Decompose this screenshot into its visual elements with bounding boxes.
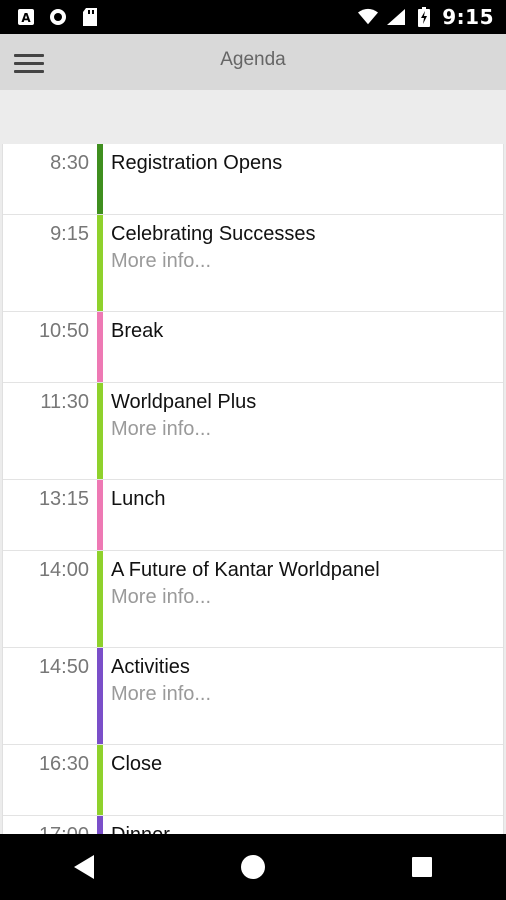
- agenda-item[interactable]: 16:30 Close: [3, 745, 503, 816]
- agenda-title: Activities: [111, 656, 190, 678]
- agenda-content: A Future of Kantar Worldpanel More info..…: [103, 551, 380, 647]
- status-time: 9:15: [442, 5, 494, 29]
- agenda-title: Celebrating Successes: [111, 223, 316, 245]
- status-bar: A 9:15: [0, 0, 506, 34]
- agenda-item[interactable]: 17:00 Dinner: [3, 816, 503, 834]
- home-icon[interactable]: [223, 837, 283, 897]
- status-left: A: [0, 7, 100, 27]
- more-info-link[interactable]: More info...: [111, 582, 380, 612]
- agenda-list: 8:30 Registration Opens 9:15 Celebrating Su…: [2, 144, 504, 834]
- agenda-content: Break: [103, 312, 163, 382]
- agenda-item[interactable]: 14:50 Activities More info...: [3, 648, 503, 745]
- agenda-content: Activities More info...: [103, 648, 211, 744]
- app-bar: Agenda: [0, 34, 506, 90]
- agenda-content: Lunch: [103, 480, 166, 550]
- recents-icon[interactable]: [392, 837, 452, 897]
- svg-text:A: A: [21, 11, 31, 25]
- agenda-item[interactable]: 9:15 Celebrating Successes More info...: [3, 215, 503, 312]
- agenda-title: Worldpanel Plus: [111, 391, 257, 413]
- battery-charging-icon: [414, 7, 434, 27]
- wifi-icon: [358, 7, 379, 27]
- navigation-bar: [0, 834, 506, 900]
- agenda-item[interactable]: 13:15 Lunch: [3, 480, 503, 551]
- cellular-signal-icon: [386, 7, 406, 27]
- agenda-content: Dinner: [103, 816, 170, 834]
- back-icon[interactable]: [54, 837, 114, 897]
- header-spacer: [0, 90, 506, 144]
- agenda-content: Celebrating Successes More info...: [103, 215, 316, 311]
- agenda-item[interactable]: 8:30 Registration Opens: [3, 144, 503, 215]
- sd-card-icon: [80, 7, 100, 27]
- agenda-item[interactable]: 10:50 Break: [3, 312, 503, 383]
- agenda-content: Registration Opens: [103, 144, 282, 214]
- a-badge-icon: A: [16, 7, 36, 27]
- agenda-time: 14:00: [38, 559, 89, 581]
- agenda-time: 17:00: [3, 816, 89, 834]
- agenda-time: 8:30: [50, 152, 89, 174]
- status-right: 9:15: [358, 5, 506, 29]
- more-info-link[interactable]: More info...: [111, 246, 316, 276]
- agenda-title: Registration Opens: [111, 152, 283, 174]
- agenda-item[interactable]: 14:00 A Future of Kantar Worldpanel More i…: [3, 551, 503, 648]
- agenda-time: 9:15: [50, 223, 89, 245]
- agenda-title: Break: [111, 320, 164, 342]
- more-info-link[interactable]: More info...: [111, 679, 211, 709]
- agenda-content: Close: [103, 745, 162, 815]
- agenda-title: A Future of Kantar Worldpanel: [111, 559, 380, 581]
- agenda-time: 13:15: [38, 488, 89, 510]
- agenda-item[interactable]: 11:30 Worldpanel Plus More info...: [3, 383, 503, 480]
- agenda-scroll[interactable]: 8:30 Registration Opens 9:15 Celebrating Su…: [0, 144, 506, 834]
- agenda-title: Lunch: [111, 488, 166, 510]
- agenda-time: 16:30: [38, 753, 89, 775]
- page-title: Agenda: [220, 49, 286, 70]
- agenda-time: 10:50: [38, 320, 89, 342]
- agenda-title: Dinner: [111, 823, 170, 834]
- agenda-time: 11:30: [40, 391, 89, 413]
- more-info-link[interactable]: More info...: [111, 414, 256, 444]
- agenda-content: Worldpanel Plus More info...: [103, 383, 256, 479]
- hamburger-menu-icon[interactable]: [12, 48, 48, 76]
- agenda-title: Close: [111, 753, 163, 775]
- agenda-time: 14:50: [38, 656, 89, 678]
- circle-record-icon: [48, 7, 68, 27]
